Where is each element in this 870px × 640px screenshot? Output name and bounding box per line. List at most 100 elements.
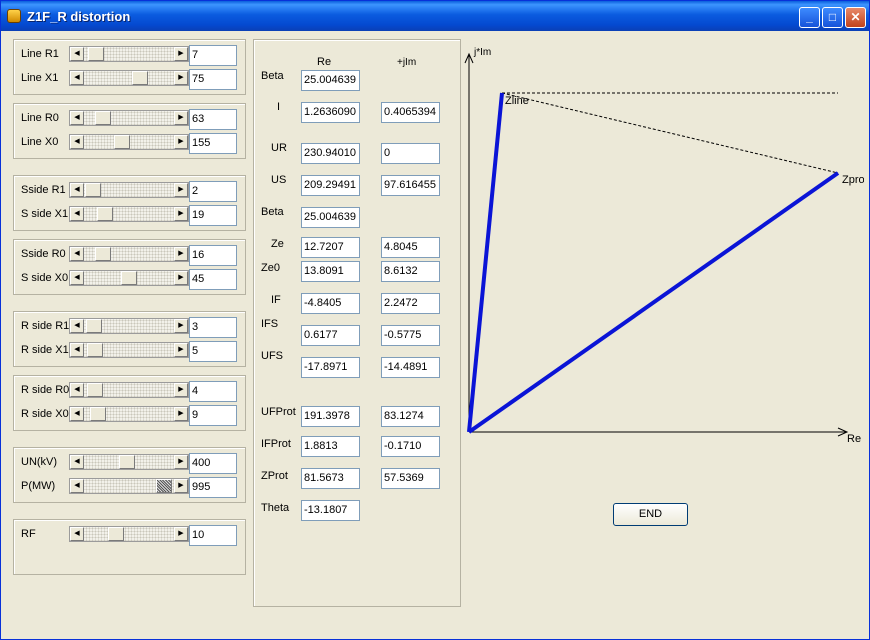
result-re-field[interactable]: 81.5673 <box>301 468 360 489</box>
slider-thumb[interactable] <box>113 135 130 149</box>
slider-value-field[interactable]: 155 <box>189 133 237 154</box>
slider-right-arrow-icon[interactable]: ▶ <box>174 271 188 285</box>
slider-track[interactable]: ◀ ▶ <box>69 406 189 422</box>
slider-thumb[interactable] <box>86 383 103 397</box>
result-im-field[interactable]: 0.4065394 <box>381 102 440 123</box>
slider-right-arrow-icon[interactable]: ▶ <box>174 207 188 221</box>
slider-track[interactable]: ◀ ▶ <box>69 270 189 286</box>
slider-right-arrow-icon[interactable]: ▶ <box>174 319 188 333</box>
slider-track[interactable]: ◀ ▶ <box>69 110 189 126</box>
slider-thumb[interactable] <box>108 527 125 541</box>
slider-thumb[interactable] <box>85 183 102 197</box>
result-im-field[interactable]: 0 <box>381 143 440 164</box>
slider-track[interactable]: ◀ ▶ <box>69 46 189 62</box>
slider-right-arrow-icon[interactable]: ▶ <box>174 135 188 149</box>
slider-track[interactable]: ◀ ▶ <box>69 526 189 542</box>
slider-left-arrow-icon[interactable]: ◀ <box>70 319 84 333</box>
slider-track[interactable]: ◀ ▶ <box>69 246 189 262</box>
slider-left-arrow-icon[interactable]: ◀ <box>70 111 84 125</box>
slider-right-arrow-icon[interactable]: ▶ <box>174 383 188 397</box>
slider-value-field[interactable]: 995 <box>189 477 237 498</box>
result-im-field[interactable]: 57.5369 <box>381 468 440 489</box>
result-im-field[interactable]: -0.5775 <box>381 325 440 346</box>
slider-thumb[interactable] <box>95 247 112 261</box>
slider-right-arrow-icon[interactable]: ▶ <box>174 343 188 357</box>
slider-track[interactable]: ◀ ▶ <box>69 318 189 334</box>
slider-track[interactable]: ◀ ▶ <box>69 454 189 470</box>
result-im-field[interactable]: -14.4891 <box>381 357 440 378</box>
maximize-button[interactable]: □ <box>822 7 843 28</box>
result-re-field[interactable]: 1.2636090 <box>301 102 360 123</box>
slider-left-arrow-icon[interactable]: ◀ <box>70 271 84 285</box>
result-im-field[interactable]: 8.6132 <box>381 261 440 282</box>
slider-value-field[interactable]: 9 <box>189 405 237 426</box>
slider-value-field[interactable]: 16 <box>189 245 237 266</box>
slider-thumb[interactable] <box>118 455 135 469</box>
slider-left-arrow-icon[interactable]: ◀ <box>70 343 84 357</box>
slider-left-arrow-icon[interactable]: ◀ <box>70 47 84 61</box>
slider-value-field[interactable]: 5 <box>189 341 237 362</box>
slider-thumb[interactable] <box>121 271 137 285</box>
slider-right-arrow-icon[interactable]: ▶ <box>174 479 188 493</box>
slider-track[interactable]: ◀ ▶ <box>69 70 189 86</box>
slider-thumb[interactable] <box>96 207 113 221</box>
slider-right-arrow-icon[interactable]: ▶ <box>174 111 188 125</box>
slider-track[interactable]: ◀ ▶ <box>69 478 189 494</box>
slider-right-arrow-icon[interactable]: ▶ <box>174 47 188 61</box>
slider-thumb[interactable] <box>95 111 112 125</box>
result-re-field[interactable]: 25.004639 <box>301 207 360 228</box>
result-re-field[interactable]: 191.3978 <box>301 406 360 427</box>
slider-value-field[interactable]: 4 <box>189 381 237 402</box>
result-re-field[interactable]: 0.6177 <box>301 325 360 346</box>
slider-track[interactable]: ◀ ▶ <box>69 182 189 198</box>
slider-left-arrow-icon[interactable]: ◀ <box>70 183 84 197</box>
result-re-field[interactable]: 12.7207 <box>301 237 360 258</box>
slider-value-field[interactable]: 19 <box>189 205 237 226</box>
title-bar[interactable]: Z1F_R distortion _ □ ✕ <box>1 1 869 31</box>
slider-right-arrow-icon[interactable]: ▶ <box>174 407 188 421</box>
slider-value-field[interactable]: 63 <box>189 109 237 130</box>
slider-right-arrow-icon[interactable]: ▶ <box>174 183 188 197</box>
slider-left-arrow-icon[interactable]: ◀ <box>70 527 84 541</box>
slider-track[interactable]: ◀ ▶ <box>69 382 189 398</box>
result-re-field[interactable]: 230.94010 <box>301 143 360 164</box>
slider-value-field[interactable]: 400 <box>189 453 237 474</box>
result-im-field[interactable]: 97.616455 <box>381 175 440 196</box>
result-re-field[interactable]: -4.8405 <box>301 293 360 314</box>
slider-thumb[interactable] <box>155 479 172 493</box>
slider-left-arrow-icon[interactable]: ◀ <box>70 455 84 469</box>
slider-value-field[interactable]: 75 <box>189 69 237 90</box>
slider-left-arrow-icon[interactable]: ◀ <box>70 383 84 397</box>
slider-value-field[interactable]: 2 <box>189 181 237 202</box>
result-re-field[interactable]: -17.8971 <box>301 357 360 378</box>
slider-value-field[interactable]: 10 <box>189 525 237 546</box>
slider-left-arrow-icon[interactable]: ◀ <box>70 479 84 493</box>
slider-track[interactable]: ◀ ▶ <box>69 206 189 222</box>
end-button[interactable]: END <box>613 503 688 526</box>
result-re-field[interactable]: 209.29491 <box>301 175 360 196</box>
slider-right-arrow-icon[interactable]: ▶ <box>174 527 188 541</box>
result-re-field[interactable]: 13.8091 <box>301 261 360 282</box>
slider-thumb[interactable] <box>132 71 149 85</box>
slider-track[interactable]: ◀ ▶ <box>69 342 189 358</box>
result-re-field[interactable]: 1.8813 <box>301 436 360 457</box>
slider-left-arrow-icon[interactable]: ◀ <box>70 207 84 221</box>
slider-left-arrow-icon[interactable]: ◀ <box>70 407 84 421</box>
slider-left-arrow-icon[interactable]: ◀ <box>70 135 84 149</box>
slider-value-field[interactable]: 45 <box>189 269 237 290</box>
slider-left-arrow-icon[interactable]: ◀ <box>70 71 84 85</box>
slider-track[interactable]: ◀ ▶ <box>69 134 189 150</box>
result-re-field[interactable]: -13.1807 <box>301 500 360 521</box>
slider-value-field[interactable]: 7 <box>189 45 237 66</box>
result-im-field[interactable]: 2.2472 <box>381 293 440 314</box>
slider-right-arrow-icon[interactable]: ▶ <box>174 455 188 469</box>
slider-left-arrow-icon[interactable]: ◀ <box>70 247 84 261</box>
slider-value-field[interactable]: 3 <box>189 317 237 338</box>
slider-thumb[interactable] <box>86 319 103 333</box>
result-re-field[interactable]: 25.004639 <box>301 70 360 91</box>
slider-right-arrow-icon[interactable]: ▶ <box>174 247 188 261</box>
result-im-field[interactable]: 83.1274 <box>381 406 440 427</box>
result-im-field[interactable]: 4.8045 <box>381 237 440 258</box>
slider-thumb[interactable] <box>87 47 104 61</box>
close-button[interactable]: ✕ <box>845 7 866 28</box>
